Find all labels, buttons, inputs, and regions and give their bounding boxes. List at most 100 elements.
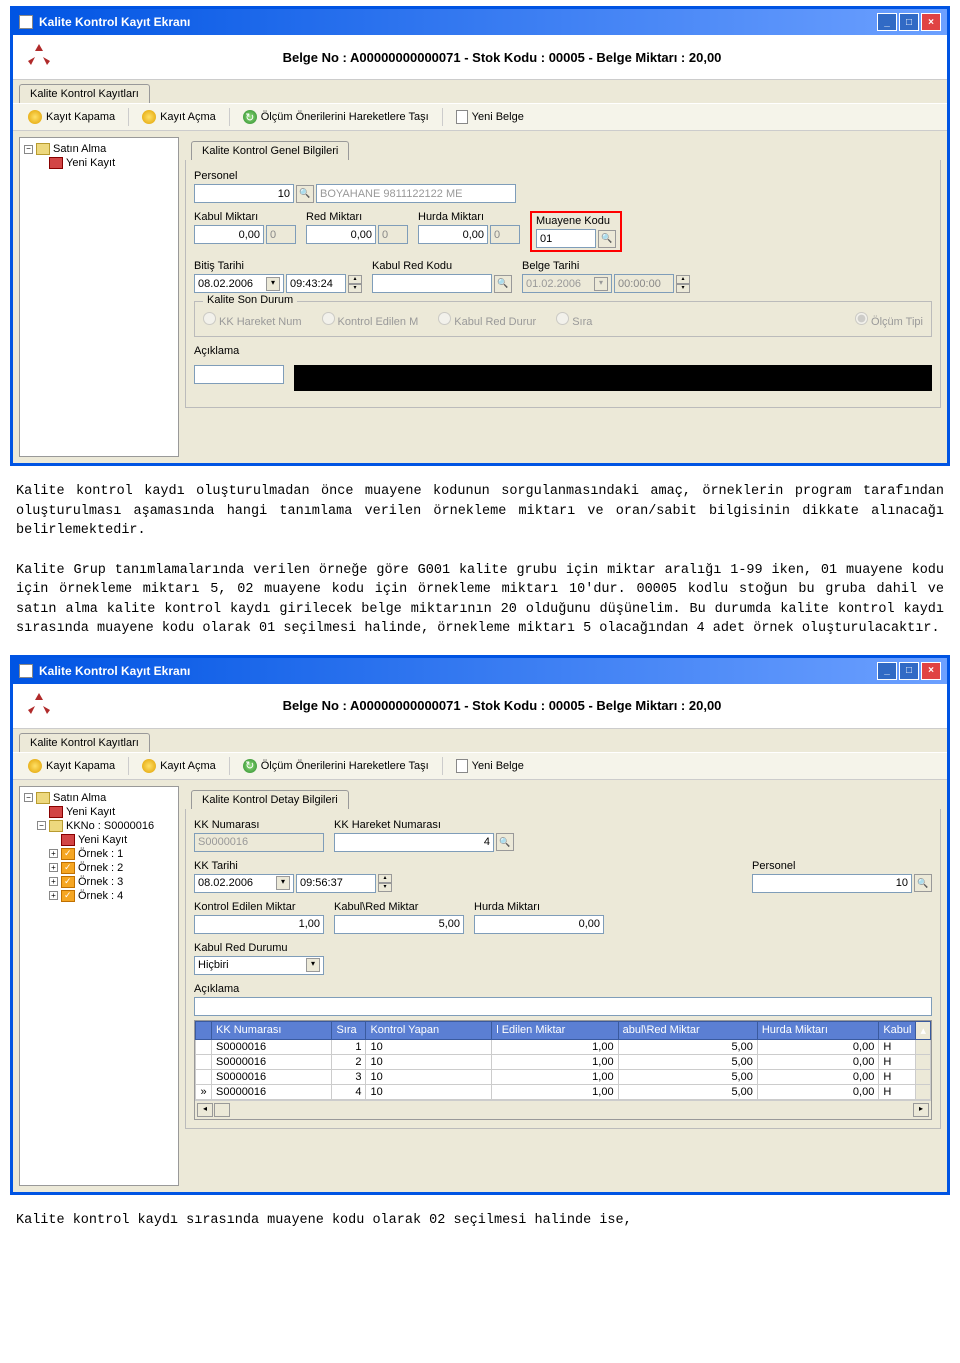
table-row[interactable]: S00000162101,005,000,00H	[196, 1054, 931, 1069]
tab-kalite-kontrol[interactable]: Kalite Kontrol Kayıtları	[19, 84, 150, 103]
collapse-icon[interactable]: −	[24, 145, 33, 154]
kk-hareket-input[interactable]	[334, 833, 494, 852]
muayene-kodu-input[interactable]	[536, 229, 596, 248]
cell-kontrol-yapan: 10	[366, 1039, 492, 1054]
time-spinner[interactable]: ▴▾	[378, 874, 392, 892]
aciklama-input[interactable]	[194, 997, 932, 1016]
close-button[interactable]: ×	[921, 662, 941, 680]
table-row[interactable]: »S00000164101,005,000,00H	[196, 1084, 931, 1099]
tree-ornek-2[interactable]: Örnek : 2	[78, 862, 123, 874]
radio-kontrol-edilen[interactable]: Kontrol Edilen M	[322, 312, 419, 328]
aciklama-input[interactable]	[194, 365, 284, 384]
col-hurda-miktari[interactable]: Hurda Miktarı	[757, 1021, 878, 1039]
minimize-button[interactable]: _	[877, 662, 897, 680]
kayit-kapama-button[interactable]: Kayıt Kapama	[19, 107, 124, 127]
personel-input[interactable]	[752, 874, 912, 893]
window-kalite-kontrol-1: Kalite Kontrol Kayıt Ekranı _ □ × Belge …	[10, 6, 950, 466]
kk-tarihi-date[interactable]: 08.02.2006▾	[194, 874, 294, 893]
tree-satin-alma[interactable]: Satın Alma	[53, 792, 106, 804]
red-miktari-input[interactable]	[306, 225, 376, 244]
radio-sira[interactable]: Sıra	[556, 312, 592, 328]
kayit-acma-button[interactable]: Kayıt Açma	[133, 107, 225, 127]
kontrol-edilen-input[interactable]	[194, 915, 324, 934]
tree-view[interactable]: − Satın Alma Yeni Kayıt	[19, 137, 179, 457]
tree-yeni-kayit-2[interactable]: Yeni Kayıt	[78, 834, 127, 846]
kabul-miktari-input[interactable]	[194, 225, 264, 244]
chevron-down-icon[interactable]: ▾	[306, 958, 320, 972]
titlebar[interactable]: Kalite Kontrol Kayıt Ekranı _ □ ×	[13, 9, 947, 35]
tree-ornek-4[interactable]: Örnek : 4	[78, 890, 123, 902]
kabul-red-durumu-label: Kabul Red Durumu	[194, 942, 324, 954]
tree-kkno[interactable]: KKNo : S0000016	[66, 820, 154, 832]
radio-olcum-tipi[interactable]: Ölçüm Tipi	[855, 312, 923, 328]
maximize-button[interactable]: □	[899, 13, 919, 31]
kabul-red-miktar-input[interactable]	[334, 915, 464, 934]
col-kabul-red-miktar[interactable]: abul\Red Miktar	[618, 1021, 757, 1039]
personel-label: Personel	[752, 860, 932, 872]
chevron-down-icon[interactable]: ▾	[266, 277, 280, 291]
table-row[interactable]: S00000163101,005,000,00H	[196, 1069, 931, 1084]
maximize-button[interactable]: □	[899, 662, 919, 680]
col-edilen-miktar[interactable]: l Edilen Miktar	[492, 1021, 618, 1039]
cell-kontrol-yapan: 10	[366, 1054, 492, 1069]
col-kontrol-yapan[interactable]: Kontrol Yapan	[366, 1021, 492, 1039]
hurda-miktari-input[interactable]	[418, 225, 488, 244]
time-spinner[interactable]: ▴▾	[348, 275, 362, 293]
tree-satin-alma[interactable]: Satın Alma	[53, 143, 106, 155]
close-button[interactable]: ×	[921, 13, 941, 31]
col-kabul[interactable]: Kabul	[879, 1021, 916, 1039]
chevron-down-icon[interactable]: ▾	[276, 876, 290, 890]
tab-genel-bilgiler[interactable]: Kalite Kontrol Genel Bilgileri	[191, 141, 349, 160]
expand-icon[interactable]: +	[49, 863, 58, 872]
scroll-left-icon[interactable]: ◂	[197, 1103, 213, 1117]
tab-detay-bilgiler[interactable]: Kalite Kontrol Detay Bilgileri	[191, 790, 349, 809]
yeni-belge-button[interactable]: Yeni Belge	[447, 756, 533, 776]
tree-yeni-kayit[interactable]: Yeni Kayıt	[66, 806, 115, 818]
olcum-tasi-button[interactable]: ↻Ölçüm Önerilerini Hareketlere Taşı	[234, 756, 438, 776]
tab-kalite-kontrol[interactable]: Kalite Kontrol Kayıtları	[19, 733, 150, 752]
minimize-button[interactable]: _	[877, 13, 897, 31]
yeni-belge-button[interactable]: Yeni Belge	[447, 107, 533, 127]
radio-kk-hareket[interactable]: KK Hareket Num	[203, 312, 302, 328]
col-sira[interactable]: Sıra	[332, 1021, 366, 1039]
hurda-miktari-input[interactable]	[474, 915, 604, 934]
expand-icon[interactable]: +	[49, 877, 58, 886]
tree-yeni-kayit[interactable]: Yeni Kayıt	[66, 157, 115, 169]
lookup-icon[interactable]: 🔍	[914, 874, 932, 892]
scroll-track[interactable]	[214, 1103, 230, 1117]
kk-tarihi-label: KK Tarihi	[194, 860, 392, 872]
hurda-miktari-2	[490, 225, 520, 244]
kalite-son-durum-label: Kalite Son Durum	[203, 294, 297, 306]
bitis-tarihi-time[interactable]	[286, 274, 346, 293]
olcum-tasi-button[interactable]: ↻Ölçüm Önerilerini Hareketlere Taşı	[234, 107, 438, 127]
kabul-miktari-2	[266, 225, 296, 244]
lookup-icon[interactable]: 🔍	[494, 275, 512, 293]
titlebar[interactable]: Kalite Kontrol Kayıt Ekranı _ □ ×	[13, 658, 947, 684]
radio-kabul-red[interactable]: Kabul Red Durur	[438, 312, 536, 328]
bitis-tarihi-date[interactable]: 08.02.2006▾	[194, 274, 284, 293]
expand-icon[interactable]: +	[49, 891, 58, 900]
kayit-acma-button[interactable]: Kayıt Açma	[133, 756, 225, 776]
collapse-icon[interactable]: −	[24, 793, 33, 802]
aciklama-label: Açıklama	[194, 983, 932, 995]
row-marker-icon	[196, 1039, 212, 1054]
scroll-right-icon[interactable]: ▸	[913, 1103, 929, 1117]
detail-grid[interactable]: KK Numarası Sıra Kontrol Yapan l Edilen …	[194, 1020, 932, 1120]
lookup-icon[interactable]: 🔍	[496, 833, 514, 851]
table-row[interactable]: S00000161101,005,000,00H	[196, 1039, 931, 1054]
tree-ornek-3[interactable]: Örnek : 3	[78, 876, 123, 888]
col-kk-numarasi[interactable]: KK Numarası	[212, 1021, 332, 1039]
lookup-icon[interactable]: 🔍	[598, 230, 616, 248]
kabul-red-durumu-select[interactable]: Hiçbiri▾	[194, 956, 324, 975]
scroll-up-icon[interactable]: ▴	[916, 1021, 931, 1039]
lookup-icon[interactable]: 🔍	[296, 185, 314, 203]
kk-tarihi-time[interactable]	[296, 874, 376, 893]
tree-view[interactable]: −Satın Alma Yeni Kayıt −KKNo : S0000016 …	[19, 786, 179, 1186]
header-text: Belge No : A00000000000071 - Stok Kodu :…	[67, 50, 937, 65]
collapse-icon[interactable]: −	[37, 821, 46, 830]
expand-icon[interactable]: +	[49, 849, 58, 858]
kayit-kapama-button[interactable]: Kayıt Kapama	[19, 756, 124, 776]
personel-input[interactable]	[194, 184, 294, 203]
tree-ornek-1[interactable]: Örnek : 1	[78, 848, 123, 860]
kabul-red-kodu-input[interactable]	[372, 274, 492, 293]
